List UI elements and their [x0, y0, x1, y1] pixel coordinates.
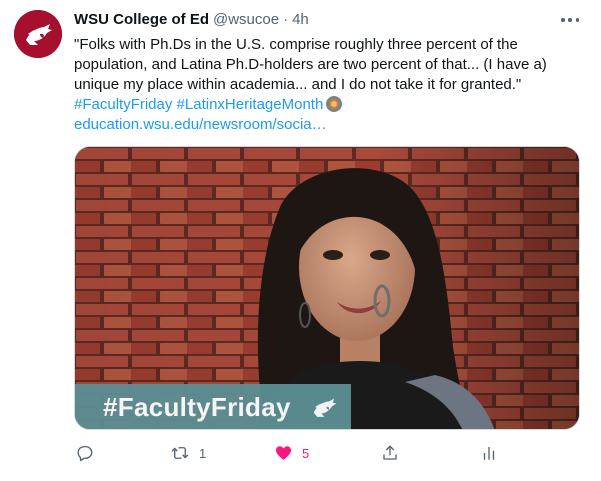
link-line: education.wsu.edu/newsroom/socia… [74, 115, 574, 135]
more-icon [561, 18, 565, 22]
analytics-button[interactable] [480, 442, 498, 464]
tweet-text-line: population, and Latina Ph.D-holders are … [74, 56, 547, 73]
share-icon [383, 445, 397, 460]
retweet-count: 1 [199, 445, 207, 461]
tweet-header: WSU College of Ed @wsucoe · 4h [74, 11, 309, 31]
more-icon-dot [568, 18, 572, 22]
like-count: 5 [302, 445, 310, 461]
more-options-button[interactable] [558, 12, 582, 28]
hashtag-line: #FacultyFriday #LatinxHeritageMonth [74, 95, 574, 115]
timestamp[interactable]: 4h [292, 11, 309, 28]
retweet-button[interactable]: 1 [170, 442, 206, 464]
like-icon [276, 446, 291, 460]
author-handle[interactable]: @wsucoe [213, 11, 279, 28]
more-icon-dot [575, 18, 579, 22]
author-name[interactable]: WSU College of Ed [74, 11, 209, 28]
flag-emoji-icon [326, 96, 343, 112]
retweet-icon [171, 447, 189, 459]
tweet-media-image[interactable]: #FacultyFriday [74, 146, 580, 430]
wsu-cougar-logo-icon [313, 398, 337, 417]
hashtag-latinxheritagemonth[interactable]: #LatinxHeritageMonth [177, 96, 324, 113]
wsu-cougar-logo-icon [14, 10, 62, 58]
tweet[interactable]: WSU College of Ed @wsucoe · 4h "Folks wi… [0, 0, 601, 481]
reply-button[interactable] [76, 442, 94, 464]
tweet-text-line: unique my place within academia... and I… [74, 76, 522, 93]
like-button[interactable]: 5 [274, 442, 309, 464]
tweet-text-line: "Folks with Ph.Ds in the U.S. comprise r… [74, 36, 518, 53]
article-link[interactable]: education.wsu.edu/newsroom/socia… [74, 116, 327, 133]
avatar[interactable] [14, 10, 62, 58]
facultyfriday-banner: #FacultyFriday [75, 384, 351, 429]
banner-text: #FacultyFriday [103, 391, 291, 422]
tweet-text: "Folks with Ph.Ds in the U.S. comprise r… [74, 35, 574, 135]
reply-icon [77, 445, 93, 462]
separator-dot: · [283, 11, 289, 28]
tweet-actions: 1 5 [74, 442, 514, 464]
share-button[interactable] [381, 442, 399, 464]
analytics-icon [483, 447, 495, 460]
hashtag-facultyfriday[interactable]: #FacultyFriday [74, 96, 172, 113]
